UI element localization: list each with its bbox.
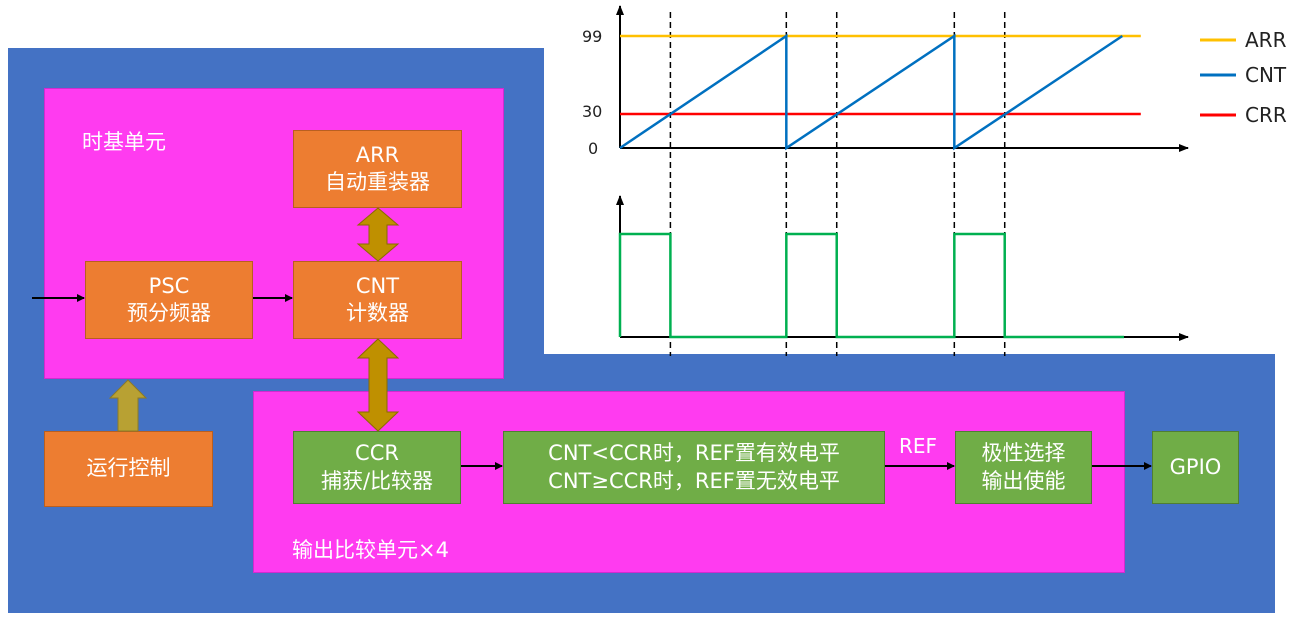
chart1-legend: ARR CNT CRR (1200, 28, 1287, 127)
legend-label-cnt: CNT (1245, 63, 1287, 87)
series-line-cnt (619, 33, 1124, 151)
chart2-series (618, 232, 1124, 339)
legend-label-arr: ARR (1245, 28, 1287, 52)
y-tick-30: 30 (582, 102, 602, 121)
timing-charts: 99 30 0 ARR CNT CRR (582, 5, 1287, 356)
y-tick-99: 99 (582, 27, 602, 46)
legend-label-crr: CRR (1245, 103, 1287, 127)
pwm-output-line (618, 232, 1124, 339)
y-tick-0: 0 (588, 139, 598, 158)
chart1-series (619, 33, 1141, 151)
